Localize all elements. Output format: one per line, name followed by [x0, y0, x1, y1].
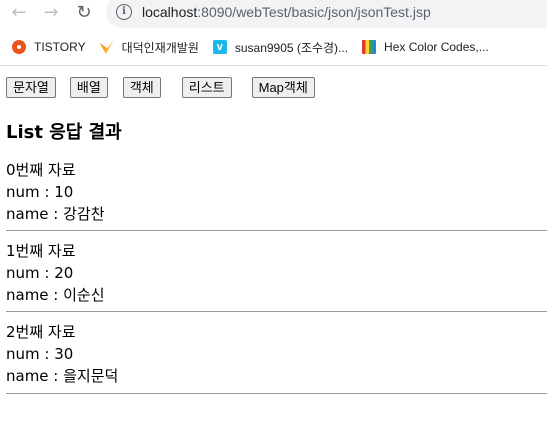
bookmark-tistory[interactable]: TISTORY — [12, 40, 86, 54]
url-host: localhost — [142, 4, 198, 20]
url-text: localhost:8090/webTest/basic/json/jsonTe… — [142, 4, 431, 20]
divider — [6, 230, 547, 231]
bookmark-label: TISTORY — [34, 40, 86, 54]
list-item: 1번째 자료 num : 20 name : 이순신 — [6, 240, 547, 306]
v-icon: v — [212, 40, 227, 54]
chrome-divider — [0, 65, 547, 66]
object-button[interactable]: 객체 — [122, 77, 161, 98]
item-num: num : 20 — [6, 264, 74, 282]
item-num: num : 30 — [6, 345, 74, 363]
bookmark-label: 대덕인재개발원 — [121, 40, 199, 55]
bookmark-label: Hex Color Codes,... — [384, 40, 489, 54]
list-item: 0번째 자료 num : 10 name : 강감찬 — [6, 159, 547, 225]
daedeok-icon — [99, 40, 114, 54]
item-title: 0번째 자료 — [6, 161, 76, 179]
hex-color-icon — [362, 40, 377, 54]
bookmark-susan[interactable]: v susan9905 (조수경)... — [212, 39, 349, 56]
result-heading: List 응답 결과 — [6, 122, 122, 143]
map-object-button[interactable]: Map객체 — [251, 77, 315, 98]
button-row: 문자열 배열 객체 리스트 Map객체 — [6, 77, 329, 98]
bookmark-label: susan9905 (조수경)... — [234, 40, 349, 55]
list-button[interactable]: 리스트 — [181, 77, 232, 98]
item-title: 2번째 자료 — [6, 323, 76, 341]
url-path: :8090/webTest/basic/json/jsonTest.jsp — [197, 4, 431, 20]
forward-arrow-icon[interactable]: → — [40, 2, 62, 24]
tistory-icon — [12, 40, 26, 54]
address-bar[interactable]: i localhost:8090/webTest/basic/json/json… — [106, 0, 547, 28]
item-name: name : 을지문덕 — [6, 367, 119, 385]
item-name: name : 강감찬 — [6, 205, 105, 223]
list-item: 2번째 자료 num : 30 name : 을지문덕 — [6, 321, 547, 387]
item-title: 1번째 자료 — [6, 242, 76, 260]
bookmark-hex-color[interactable]: Hex Color Codes,... — [362, 40, 489, 54]
bookmark-daedeok[interactable]: 대덕인재개발원 — [99, 39, 199, 56]
divider — [6, 393, 547, 394]
item-name: name : 이순신 — [6, 286, 105, 304]
string-button[interactable]: 문자열 — [6, 77, 56, 98]
divider — [6, 311, 547, 312]
item-num: num : 10 — [6, 183, 74, 201]
browser-toolbar: ← → ↻ i localhost:8090/webTest/basic/jso… — [0, 0, 547, 28]
info-icon[interactable]: i — [116, 4, 132, 20]
bookmarks-bar: TISTORY 대덕인재개발원 v susan9905 (조수경)... Hex… — [0, 34, 547, 60]
array-button[interactable]: 배열 — [69, 77, 108, 98]
back-arrow-icon[interactable]: ← — [8, 2, 30, 24]
reload-icon[interactable]: ↻ — [73, 2, 95, 24]
